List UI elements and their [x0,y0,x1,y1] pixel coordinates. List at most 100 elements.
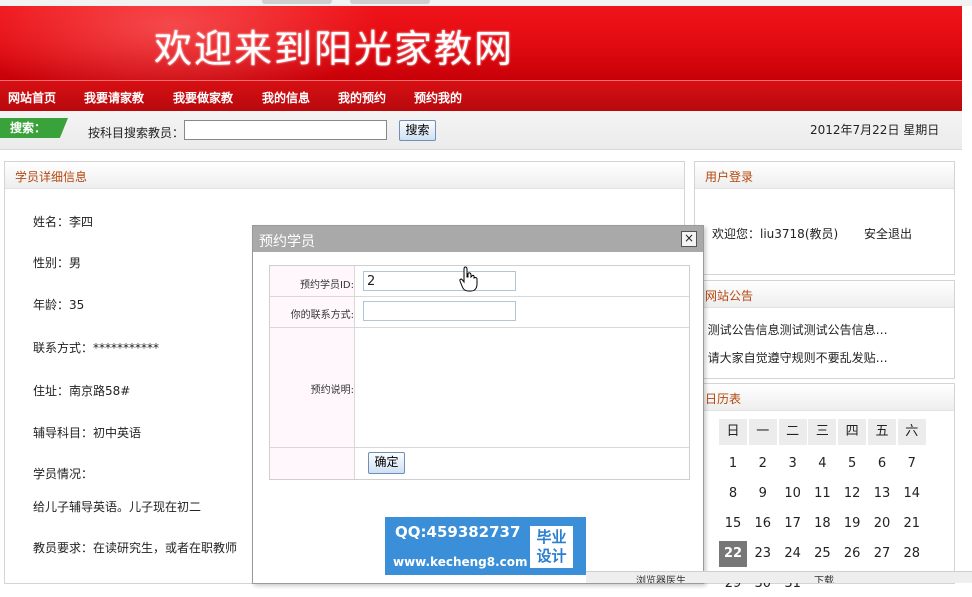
current-date: 2012年7月22日 星期日 [810,123,940,137]
site-banner: 欢迎来到阳光家教网 [0,6,962,80]
contact-label: 你的联系方式: [290,310,354,321]
panel-header: 学员详细信息 [5,162,684,189]
browser-tab[interactable] [350,0,430,4]
calendar-day[interactable]: 7 [898,451,926,477]
booking-note-textarea[interactable] [355,328,689,447]
panel-header: 用户登录 [695,162,954,189]
nav-item-my-bookings[interactable]: 我的预约 [338,89,386,106]
search-label: 按科目搜索教员： [88,126,185,140]
search-tag: 搜索： [0,118,68,138]
panel-title: 用户登录 [705,170,754,184]
hand-cursor-icon [459,266,478,292]
dialog-title: 预约学员 [259,234,315,250]
calendar-day[interactable]: 23 [749,541,777,567]
student-id-input[interactable]: 2 [363,271,516,291]
student-name: 姓名：李四 [33,215,94,229]
student-situation-label: 学员情况： [33,467,94,481]
welcome-text: 欢迎您：liu3718(教员) [712,227,839,241]
calendar-day[interactable]: 17 [779,511,807,537]
calendar-day[interactable]: 11 [808,481,836,507]
watermark-qq: QQ:459382737 [395,523,521,541]
confirm-button[interactable]: 确定 [368,452,405,474]
calendar-day[interactable]: 24 [779,541,807,567]
calendar-day[interactable]: 18 [808,511,836,537]
booking-note-label: 预约说明: [310,385,354,396]
calendar-day[interactable]: 28 [898,541,926,567]
calendar-day[interactable]: 19 [838,511,866,537]
calendar-weekday: 四 [838,419,867,445]
nav-item-hire-tutor[interactable]: 我要请家教 [84,89,144,106]
student-address: 住址：南京路58# [33,384,131,398]
student-gender: 性别：男 [33,256,82,270]
calendar-weekday: 六 [897,419,926,445]
nav-item-become-tutor[interactable]: 我要做家教 [173,89,233,106]
search-bar: 搜索： 按科目搜索教员： 搜索 2012年7月22日 星期日 [0,111,962,150]
watermark-badge-line: 毕业 [536,528,567,546]
student-subject: 辅导科目：初中英语 [33,426,142,440]
calendar-weekday: 三 [808,419,837,445]
calendar-day[interactable]: 5 [838,451,866,477]
calendar-day[interactable]: 4 [808,451,836,477]
dialog-titlebar[interactable]: 预约学员 × [253,226,703,252]
notice-item-text: 测试公告信息测试测试公告信息… [707,323,888,337]
status-item-doctor[interactable]: 浏览器医生 [636,572,686,583]
status-item-download[interactable]: 下载 [814,572,834,583]
close-icon[interactable]: × [681,231,697,247]
student-age: 年龄：35 [33,298,85,312]
calendar-day[interactable]: 16 [749,511,777,537]
tutor-requirements: 教员要求：在读研究生，或者在职教师 [33,541,238,555]
calendar-day[interactable]: 10 [779,481,807,507]
calendar-day-today[interactable]: 22 [719,541,747,567]
calendar-weekday: 一 [748,419,777,445]
nav-item-home[interactable]: 网站首页 [8,89,56,106]
panel-title: 网站公告 [705,289,754,303]
site-title: 欢迎来到阳光家教网 [154,27,515,71]
contact-input[interactable] [363,301,516,321]
nav-item-booked-me[interactable]: 预约我的 [414,89,462,106]
panel-title: 学员详细信息 [15,170,88,184]
nav-item-my-info[interactable]: 我的信息 [262,89,310,106]
calendar-day[interactable]: 3 [779,451,807,477]
student-id-label: 预约学员ID: [299,280,354,291]
watermark-banner: QQ:459382737 www.kecheng8.com 毕业 设计 [385,517,586,575]
calendar-day[interactable]: 9 [749,481,777,507]
notice-item[interactable]: · 测试公告信息测试测试公告信息… [700,321,888,338]
form-divider [270,447,689,448]
calendar-day[interactable]: 2 [749,451,777,477]
calendar-day[interactable]: 26 [838,541,866,567]
calendar-day[interactable]: 25 [808,541,836,567]
browser-statusbar: 浏览器医生 下载 [586,571,972,583]
search-input[interactable] [184,120,387,140]
form-divider [270,296,689,297]
login-panel: 用户登录 欢迎您：liu3718(教员) 安全退出 [694,161,955,275]
calendar-day[interactable]: 13 [868,481,896,507]
student-contact: 联系方式：*********** [33,341,160,355]
calendar-day[interactable]: 15 [719,511,747,537]
calendar-weekday: 日 [719,419,747,445]
student-situation: 给儿子辅导英语。儿子现在初二 [33,500,202,514]
browser-tab[interactable] [262,0,332,4]
calendar-weekday: 五 [868,419,896,445]
watermark-badge-line: 设计 [536,547,567,565]
calendar-day[interactable]: 20 [868,511,896,537]
search-button[interactable]: 搜索 [399,120,436,141]
calendar-day[interactable]: 14 [898,481,926,507]
panel-header: 日历表 [695,384,954,411]
notice-item[interactable]: · 请大家自觉遵守规则不要乱发贴… [700,349,888,366]
logout-link[interactable]: 安全退出 [864,225,912,242]
booking-form: 预约学员ID: 2 你的联系方式: 预约说明: 确定 [269,265,690,480]
calendar-day[interactable]: 1 [719,451,747,477]
calendar-day[interactable]: 6 [868,451,896,477]
notice-item-text: 请大家自觉遵守规则不要乱发贴… [707,351,888,365]
calendar-day[interactable]: 27 [868,541,896,567]
calendar-day[interactable]: 12 [838,481,866,507]
calendar-day[interactable]: 21 [898,511,926,537]
watermark-url: www.kecheng8.com [393,555,528,569]
panel-title: 日历表 [705,392,742,406]
main-nav: 网站首页 我要请家教 我要做家教 我的信息 我的预约 预约我的 [0,80,962,111]
panel-header: 网站公告 [695,281,954,308]
page-right-margin [962,6,972,582]
calendar-weekday: 二 [778,419,807,445]
watermark-badge: 毕业 设计 [530,526,573,568]
calendar-day[interactable]: 8 [719,481,747,507]
